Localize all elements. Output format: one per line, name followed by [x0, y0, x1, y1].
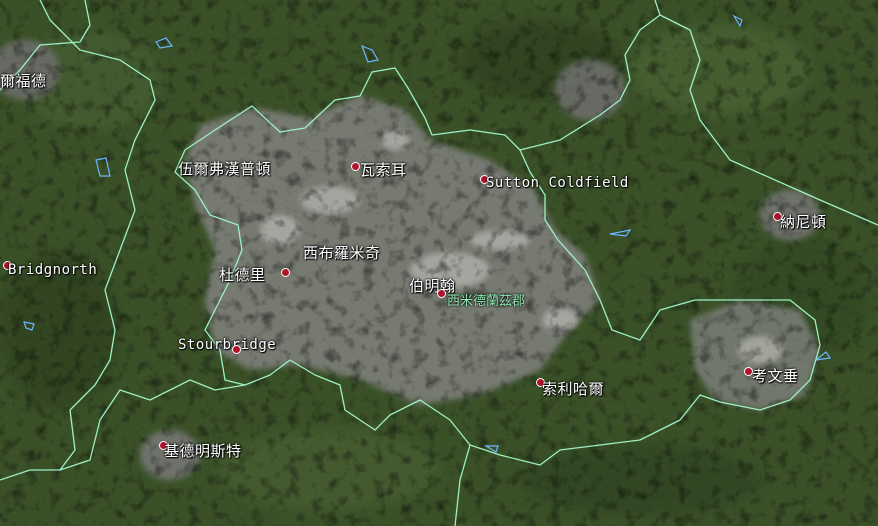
place-label: 杜德里 [219, 266, 266, 284]
place-label: 伯明翰 [409, 277, 456, 295]
region-label-west-midlands: 西米德蘭茲郡 [447, 294, 526, 309]
place-label: 考文垂 [752, 367, 799, 385]
place-marker [351, 162, 360, 171]
place-label: Sutton Coldfield [486, 175, 629, 191]
place-label: Bridgnorth [8, 262, 98, 278]
place-label: 基德明斯特 [164, 442, 242, 460]
place-label: Stourbridge [178, 337, 277, 353]
place-marker [437, 289, 446, 298]
map-imagery[interactable] [0, 0, 878, 526]
place-label: 西布羅米奇 [303, 244, 381, 262]
place-marker [281, 268, 290, 277]
satellite-map[interactable]: 西米德蘭茲郡 爾福德 伍爾弗漢普頓 瓦索耳 Sutton Coldfield 納… [0, 0, 878, 526]
place-label: 索利哈爾 [542, 380, 605, 398]
terrain-texture [0, 0, 878, 526]
place-label: 納尼頓 [780, 213, 827, 231]
place-label: 瓦索耳 [360, 161, 407, 179]
place-label: 伍爾弗漢普頓 [178, 160, 272, 178]
place-label: 爾福德 [0, 72, 47, 90]
place-marker [232, 345, 241, 354]
